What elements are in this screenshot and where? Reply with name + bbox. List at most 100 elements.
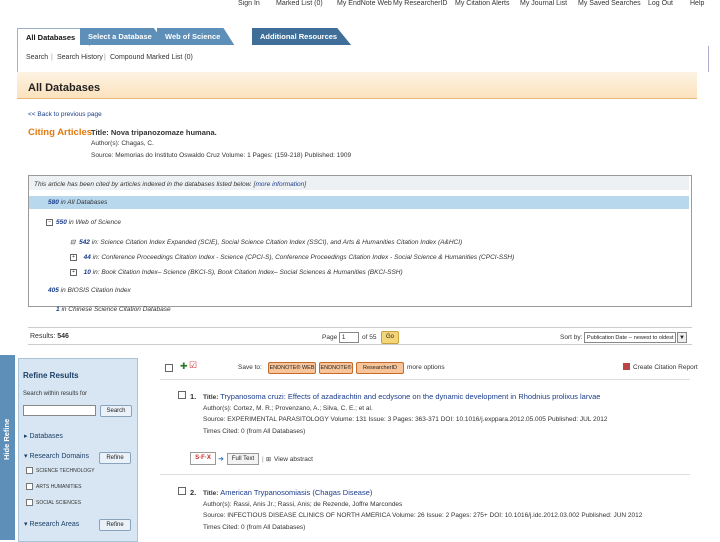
endnote-web-button[interactable]: ENDNOTE® WEB	[268, 362, 316, 374]
indexed-text: in All Databases	[60, 199, 108, 206]
checklist-icon[interactable]: ☑	[189, 360, 197, 371]
indexed-count[interactable]: 405	[48, 287, 59, 294]
expand-icon[interactable]: +	[70, 254, 77, 261]
citing-articles-label: Citing Articles	[28, 127, 93, 138]
indexed-text: in: Science Citation Index Expanded (SCI…	[91, 239, 463, 246]
indexed-row-biosis[interactable]: 405 in BIOSIS Citation Index	[48, 287, 131, 294]
report-icon[interactable]	[623, 363, 630, 370]
domain-option[interactable]: ARTS HUMANITIES	[26, 483, 81, 490]
full-text-button[interactable]: Full Text	[227, 453, 259, 465]
search-within-input[interactable]	[23, 405, 96, 416]
domain-option[interactable]: SOCIAL SCIENCES	[26, 499, 81, 506]
indexed-row-cpci[interactable]: + 44 in: Conference Proceedings Citation…	[70, 254, 514, 261]
my-endnote-web-link[interactable]: My EndNote Web	[337, 0, 392, 7]
indexed-row-bkci[interactable]: + 10 in: Book Citation Index– Science (B…	[70, 269, 403, 276]
refine-results-panel	[18, 358, 138, 542]
record-times-cited: Times Cited: 0 (from All Databases)	[203, 428, 306, 435]
databases-section[interactable]: ▸ Databases	[24, 432, 63, 440]
page-label: Page	[322, 334, 338, 341]
back-link[interactable]: << Back to previous page	[28, 111, 102, 118]
indexed-row-chinese[interactable]: 1 in Chinese Science Citation Database	[56, 306, 171, 313]
indexed-row-scie[interactable]: ⊟ 542 in: Science Citation Index Expande…	[70, 238, 462, 246]
more-information-link[interactable]: more information	[256, 181, 305, 188]
subnav-marked-list[interactable]: Compound Marked List (0)	[110, 54, 193, 61]
record-authors: Author(s): Rassi, Anis Jr.; Rassi, Anis;…	[203, 501, 403, 508]
top-links-bar: Sign In Marked List (0) My EndNote Web M…	[0, 0, 720, 10]
research-areas-section[interactable]: ▾ Research Areas	[24, 520, 79, 528]
research-domains-label: Research Domains	[29, 453, 89, 460]
databases-label: Databases	[29, 433, 63, 440]
tab-all-databases[interactable]: All Databases	[17, 28, 91, 46]
cited-title-label: Title:	[91, 128, 109, 137]
indexed-count[interactable]: 44	[84, 254, 91, 261]
researcherid-button[interactable]: ResearcherID	[356, 362, 404, 374]
checkbox-icon[interactable]	[26, 483, 33, 490]
sign-in-link[interactable]: Sign In	[238, 0, 260, 7]
marked-list-link[interactable]: Marked List (0)	[276, 0, 323, 7]
intro-text: This article has been cited by articles …	[34, 181, 256, 188]
chevron-down-icon[interactable]: ▼	[677, 332, 687, 343]
collapse-icon[interactable]: −	[46, 219, 53, 226]
indexed-count[interactable]: 1	[56, 306, 60, 313]
subnav-separator: |	[104, 54, 106, 61]
results-count: Results: 546	[30, 333, 69, 340]
my-researcherid-link[interactable]: My ResearcherID	[393, 0, 447, 7]
tab-web-of-science[interactable]: Web of Science	[157, 28, 235, 45]
abstract-icon[interactable]: ⊞	[266, 456, 271, 463]
indexed-row-all[interactable]: 580 in All Databases	[48, 199, 107, 206]
research-domains-refine-button[interactable]: Refine	[99, 452, 131, 464]
indexed-count[interactable]: 550	[56, 219, 67, 226]
record-checkbox[interactable]	[178, 487, 186, 495]
tab-select-database[interactable]: Select a Database	[80, 28, 166, 45]
subnav-search-history[interactable]: Search History	[57, 54, 103, 61]
more-options-link[interactable]: more options	[407, 364, 445, 371]
cited-title: Title: Nova tripanozomaze humana.	[91, 128, 217, 137]
sub-navigation: Search | Search History | Compound Marke…	[17, 46, 709, 72]
record-source: Source: INFECTIOUS DISEASE CLINICS OF NO…	[203, 512, 643, 519]
sort-select[interactable]: Publication Date -- newest to oldest	[584, 332, 676, 343]
page-of-label: of 55	[362, 334, 377, 341]
domain-option[interactable]: SCIENCE TECHNOLOGY	[26, 467, 95, 474]
indexed-count[interactable]: 580	[48, 199, 59, 206]
page-number-input[interactable]: 1	[339, 332, 359, 343]
research-domains-section[interactable]: ▾ Research Domains	[24, 452, 89, 460]
expand-icon[interactable]: +	[70, 269, 77, 276]
my-citation-alerts-link[interactable]: My Citation Alerts	[455, 0, 509, 7]
log-out-link[interactable]: Log Out	[648, 0, 673, 7]
my-journal-list-link[interactable]: My Journal List	[520, 0, 567, 7]
separator: |	[262, 456, 264, 463]
indexed-text: in: Book Citation Index– Science (BKCI-S…	[92, 269, 403, 277]
indexed-count[interactable]: 10	[84, 269, 91, 276]
record-number: 2.	[190, 488, 197, 497]
record-title-line: Title: Trypanosoma cruzi: Effects of aza…	[203, 392, 600, 401]
checkbox-icon[interactable]	[26, 467, 33, 474]
hide-refine-label[interactable]: Hide Refine	[2, 419, 11, 460]
database-tabs: All Databases Select a Database Web of S…	[0, 28, 720, 46]
all-databases-row-highlight	[29, 196, 689, 209]
view-abstract-link[interactable]: View abstract	[274, 456, 313, 463]
select-all-checkbox[interactable]	[165, 364, 173, 372]
full-text-icon: ➜	[218, 456, 224, 463]
subnav-search[interactable]: Search	[26, 54, 48, 61]
domain-label: SCIENCE TECHNOLOGY	[36, 467, 95, 474]
search-within-button[interactable]: Search	[100, 405, 132, 417]
tab-additional-resources[interactable]: Additional Resources	[252, 28, 352, 45]
create-citation-report-link[interactable]: Create Citation Report	[633, 364, 698, 371]
record-title-link[interactable]: Trypanosoma cruzi: Effects of azadiracht…	[220, 392, 600, 401]
indexed-text: in Chinese Science Citation Database	[61, 306, 171, 313]
title-band	[17, 72, 697, 99]
sfx-button[interactable]: S·F·X	[190, 452, 216, 465]
my-saved-searches-link[interactable]: My Saved Searches	[578, 0, 641, 7]
cited-title-text: Nova tripanozomaze humana.	[110, 128, 217, 137]
help-link[interactable]: Help	[690, 0, 704, 7]
go-button[interactable]: Go	[381, 331, 399, 344]
record-title-link[interactable]: American Trypanosomiasis (Chagas Disease…	[220, 488, 372, 497]
checkbox-icon[interactable]	[26, 499, 33, 506]
indexed-row-wos[interactable]: −550 in Web of Science	[46, 219, 121, 226]
record-checkbox[interactable]	[178, 391, 186, 399]
add-to-marked-list-icon[interactable]: ✚	[180, 361, 188, 372]
research-areas-refine-button[interactable]: Refine	[99, 519, 131, 531]
endnote-button[interactable]: ENDNOTE®	[319, 362, 353, 374]
domain-label: SOCIAL SCIENCES	[36, 499, 82, 506]
indexed-count[interactable]: 542	[79, 239, 90, 246]
